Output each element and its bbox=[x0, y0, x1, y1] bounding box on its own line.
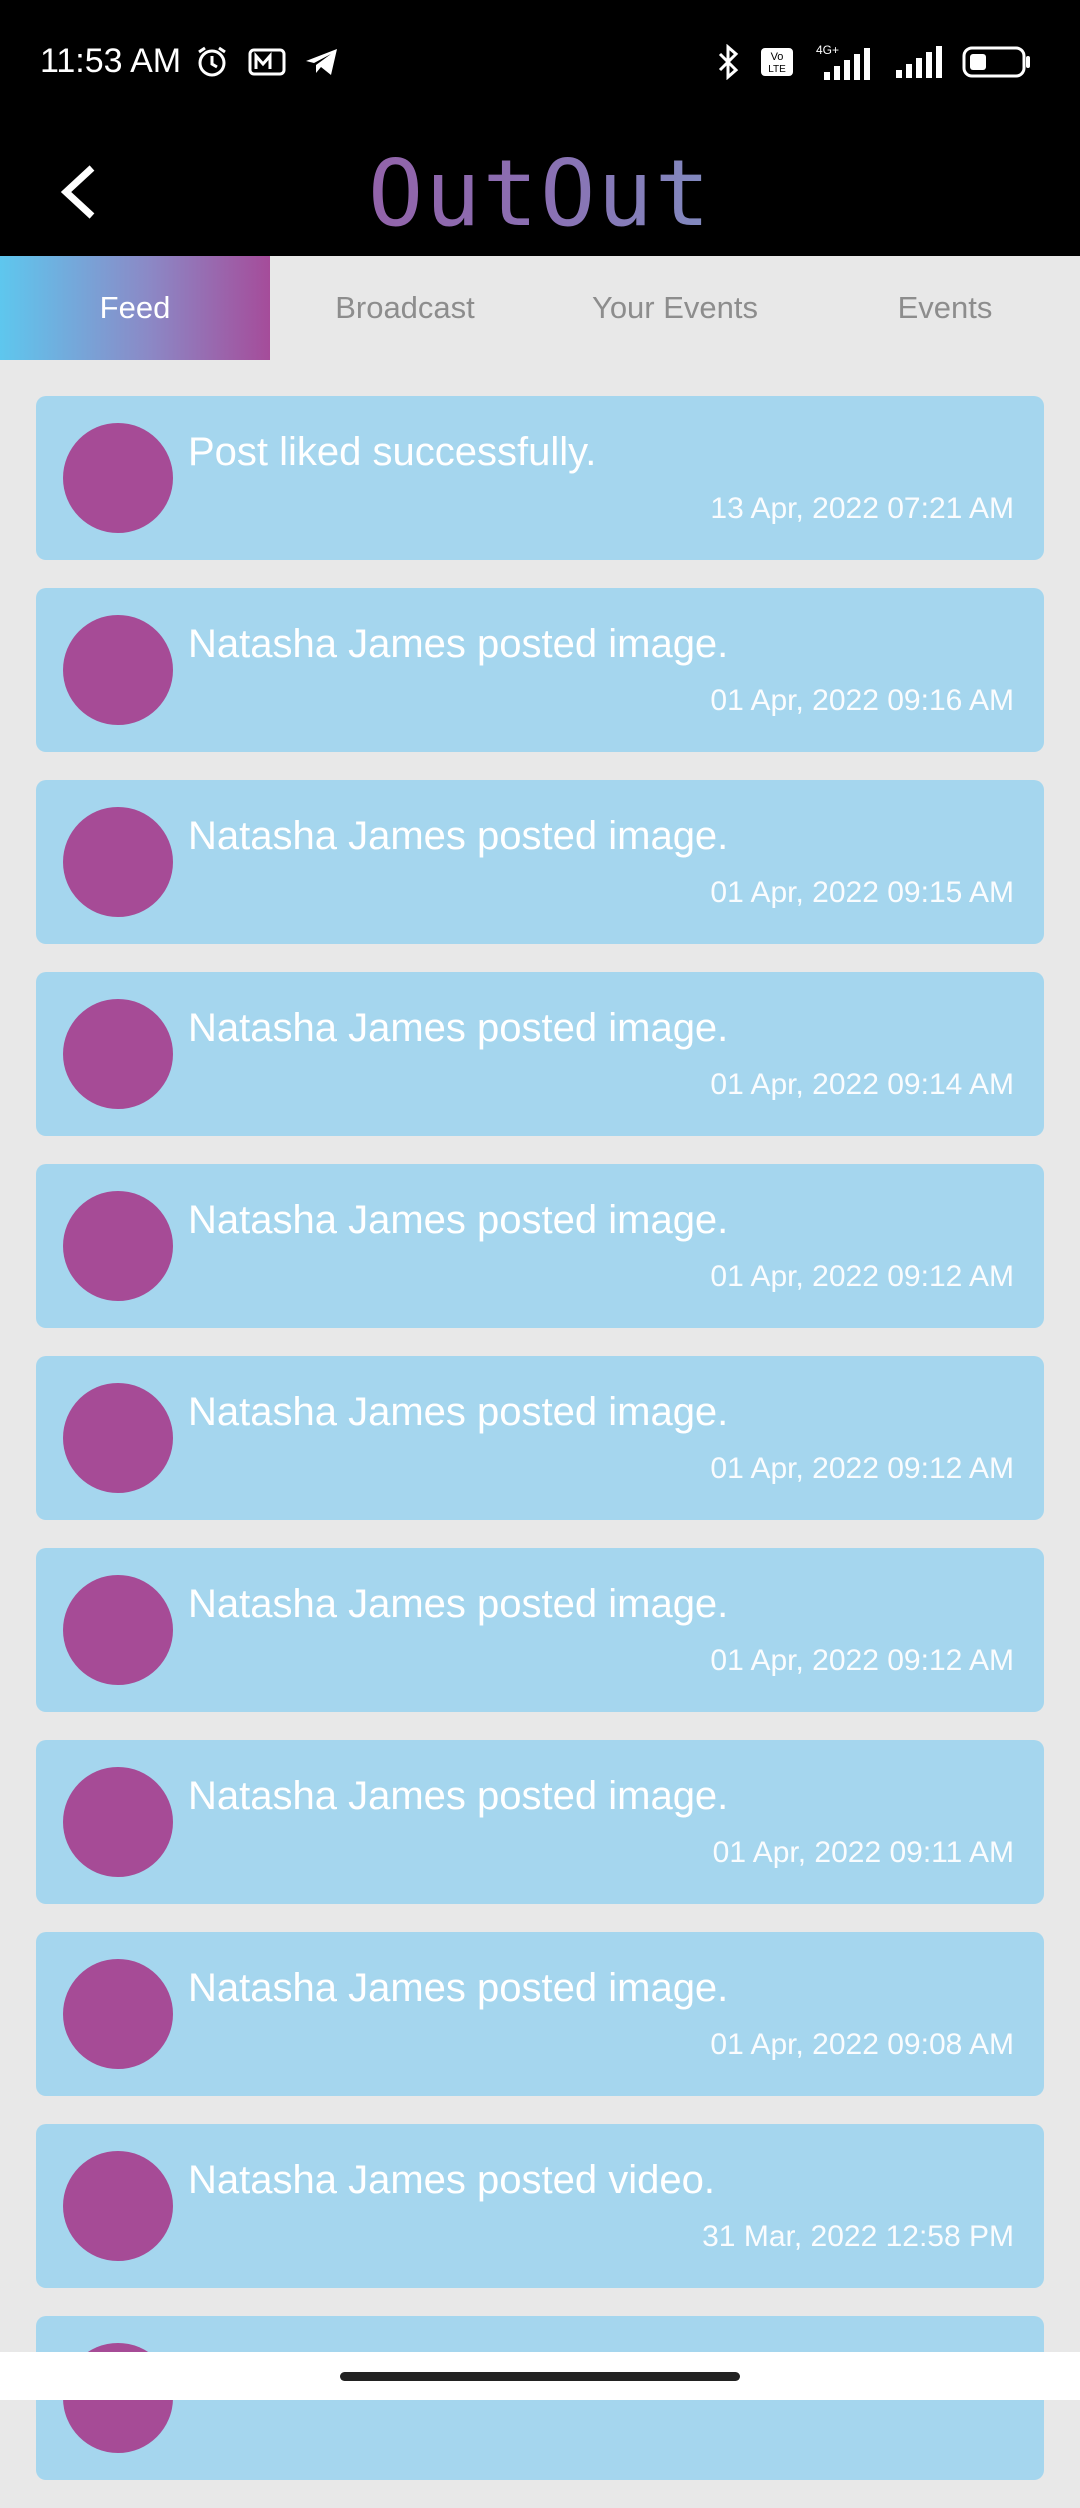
tab-feed[interactable]: Feed bbox=[0, 256, 270, 360]
system-nav-bar bbox=[0, 2352, 1080, 2400]
avatar bbox=[63, 1575, 173, 1685]
feed-item-time: 13 Apr, 2022 07:21 AM bbox=[710, 492, 1014, 525]
feed-item[interactable]: Natasha James posted image. 01 Apr, 2022… bbox=[36, 780, 1044, 944]
feed-item-text: Natasha James posted image. bbox=[188, 1774, 729, 1818]
battery-icon bbox=[962, 44, 1032, 84]
signal-icon bbox=[894, 44, 944, 84]
feed-item-time: 01 Apr, 2022 09:12 AM bbox=[710, 1452, 1014, 1485]
feed-item-time: 01 Apr, 2022 09:14 AM bbox=[710, 1068, 1014, 1101]
feed-item[interactable]: Natasha James posted video. 31 Mar, 2022… bbox=[36, 2124, 1044, 2288]
tab-bar: Feed Broadcast Your Events Events bbox=[0, 256, 1080, 360]
alarm-icon bbox=[194, 44, 230, 84]
feed-item-text: Natasha James posted image. bbox=[188, 1390, 729, 1434]
feed-item-text: Natasha James posted image. bbox=[188, 1966, 729, 2010]
tab-events[interactable]: Events bbox=[810, 256, 1080, 360]
feed-item-text: Natasha James posted image. bbox=[188, 622, 729, 666]
app-notification-icon bbox=[248, 47, 286, 81]
app-bar: OutOut bbox=[0, 128, 1080, 256]
status-time: 11:53 AM bbox=[40, 42, 182, 80]
feed-list: Post liked successfully. 13 Apr, 2022 07… bbox=[36, 396, 1044, 2508]
feed-item[interactable]: Natasha James posted image. 01 Apr, 2022… bbox=[36, 1548, 1044, 1712]
feed-item[interactable]: Natasha James posted image. 01 Apr, 2022… bbox=[36, 588, 1044, 752]
feed-item-time: 01 Apr, 2022 09:15 AM bbox=[710, 876, 1014, 909]
feed-item[interactable]: Post liked successfully. 13 Apr, 2022 07… bbox=[36, 396, 1044, 560]
tab-your-events[interactable]: Your Events bbox=[540, 256, 810, 360]
signal-4g-icon: 4G+ bbox=[812, 42, 876, 86]
feed-item-time: 31 Mar, 2022 12:58 PM bbox=[702, 2220, 1014, 2253]
avatar bbox=[63, 807, 173, 917]
home-indicator[interactable] bbox=[340, 2372, 740, 2381]
tab-broadcast[interactable]: Broadcast bbox=[270, 256, 540, 360]
avatar bbox=[63, 1383, 173, 1493]
telegram-icon bbox=[304, 46, 340, 82]
svg-text:Vo: Vo bbox=[771, 51, 784, 63]
feed-item[interactable]: Natasha James posted image. 01 Apr, 2022… bbox=[36, 1740, 1044, 1904]
status-icons-right: Vo LTE 4G+ bbox=[716, 42, 1032, 86]
status-bar: 11:53 AM Vo LTE 4G+ bbox=[0, 0, 1080, 128]
volte-icon: Vo LTE bbox=[760, 47, 794, 81]
feed-item-text: Post liked successfully. bbox=[188, 430, 597, 474]
app-logo: OutOut bbox=[0, 140, 1080, 247]
feed-item-text: Natasha James posted image. bbox=[188, 1582, 729, 1626]
feed-item-text: Natasha James posted image. bbox=[188, 814, 729, 858]
avatar bbox=[63, 423, 173, 533]
status-icons-left bbox=[194, 44, 340, 84]
feed-item-time: 01 Apr, 2022 09:12 AM bbox=[710, 1644, 1014, 1677]
avatar bbox=[63, 999, 173, 1109]
feed-item-text: Natasha James posted image. bbox=[188, 1198, 729, 1242]
avatar bbox=[63, 2151, 173, 2261]
feed-item[interactable]: Natasha James posted image. 01 Apr, 2022… bbox=[36, 972, 1044, 1136]
avatar bbox=[63, 1191, 173, 1301]
avatar bbox=[63, 1959, 173, 2069]
svg-text:LTE: LTE bbox=[768, 64, 786, 75]
feed-item-time: 01 Apr, 2022 09:12 AM bbox=[710, 1260, 1014, 1293]
avatar bbox=[63, 615, 173, 725]
feed-item-text: Natasha James posted video. bbox=[188, 2158, 715, 2202]
avatar bbox=[63, 1767, 173, 1877]
feed-item[interactable]: Natasha James posted image. 01 Apr, 2022… bbox=[36, 1932, 1044, 2096]
feed-item-time: 01 Apr, 2022 09:11 AM bbox=[712, 1836, 1014, 1869]
feed-item[interactable]: Natasha James posted image. 01 Apr, 2022… bbox=[36, 1164, 1044, 1328]
svg-text:4G+: 4G+ bbox=[816, 43, 839, 57]
feed-item-text: Natasha James posted image. bbox=[188, 1006, 729, 1050]
feed-item-time: 01 Apr, 2022 09:08 AM bbox=[710, 2028, 1014, 2061]
feed-item[interactable]: Natasha James posted image. 01 Apr, 2022… bbox=[36, 1356, 1044, 1520]
feed-item-time: 01 Apr, 2022 09:16 AM bbox=[710, 684, 1014, 717]
bluetooth-icon bbox=[716, 43, 742, 84]
